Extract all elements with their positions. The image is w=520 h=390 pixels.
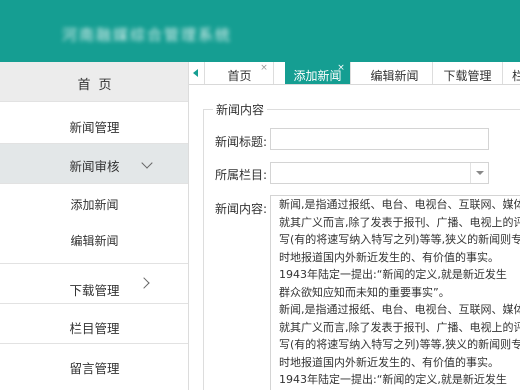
tab-label: 编辑新闻	[370, 69, 419, 83]
tab-scroll-left-icon[interactable]	[189, 62, 205, 84]
column-label: 所属栏目:	[215, 168, 268, 182]
tab-add-news[interactable]: 添加新闻 ×	[285, 62, 351, 84]
editor-line: 新闻,是指通过报纸、电台、电视台、互联网、媒体	[279, 198, 520, 211]
sidebar-item-label: 新闻审核	[69, 159, 120, 174]
body-label: 新闻内容:	[215, 202, 268, 216]
editor-line: 新闻,是指通过报纸、电台、电视台、互联网、媒体	[279, 303, 520, 316]
editor-line: 时地报道国内外新近发生的、有价值的事实。	[279, 355, 499, 369]
app-header: 河南融媒综合管理系统	[0, 0, 520, 62]
editor-line: 1943年陆定一提出:“新闻的定义,就是新近发生	[279, 373, 507, 386]
close-icon[interactable]: ×	[260, 64, 268, 73]
tab-bar: 首页 × 添加新闻 × 编辑新闻 下载管理 栏	[189, 62, 520, 85]
sidebar-item-message-manage[interactable]: 留言管理	[0, 344, 188, 390]
sidebar-subitem-add-news[interactable]: 添加新闻	[0, 196, 188, 213]
tab-home[interactable]: 首页 ×	[206, 62, 274, 84]
close-icon[interactable]: ×	[337, 64, 345, 73]
tab-overflow[interactable]: 栏	[503, 62, 520, 84]
news-title-input[interactable]	[270, 128, 489, 150]
sidebar-subitem-edit-news[interactable]: 编辑新闻	[0, 232, 188, 249]
app-title: 河南融媒综合管理系统	[62, 26, 233, 44]
editor-line: 就其广义而言,除了发表于报刊、广播、电视上的评论与	[279, 320, 520, 334]
news-content-editor[interactable]: 新闻,是指通过报纸、电台、电视台、互联网、媒体 就其广义而言,除了发表于报刊、广…	[270, 195, 520, 390]
column-select[interactable]	[270, 162, 489, 184]
editor-line: 1943年陆定一提出:“新闻的定义,就是新近发生	[279, 268, 507, 281]
sidebar-item-label: 栏目管理	[69, 321, 120, 336]
editor-line: 群众欲知应知而未知的重要事实”。	[279, 285, 450, 299]
sidebar-item-home[interactable]: 首页	[0, 62, 188, 102]
tab-label: 下载管理	[443, 69, 492, 83]
editor-line: 写(有的将速写纳入特写之列)等等,狭义的新闻则专指	[279, 338, 520, 351]
title-label: 新闻标题:	[215, 135, 268, 149]
sidebar-item-label: 新闻管理	[69, 120, 120, 135]
chevron-down-icon[interactable]	[470, 163, 488, 183]
sidebar-item-news-manage[interactable]: 新闻管理	[0, 102, 188, 144]
sidebar-item-news-review[interactable]: 新闻审核	[0, 144, 188, 184]
tab-download-manage[interactable]: 下载管理	[433, 62, 503, 84]
sidebar-item-column-manage[interactable]: 栏目管理	[0, 304, 188, 344]
form-legend: 新闻内容	[213, 101, 268, 118]
editor-line: 写(有的将速写纳入特写之列)等等,狭义的新闻则专指	[279, 233, 520, 246]
sidebar-item-download-manage[interactable]: 下载管理	[0, 264, 188, 304]
sidebar: 首页 新闻管理 新闻审核 添加新闻 编辑新闻 下载管理 栏目管理 留言管理	[0, 62, 189, 390]
sidebar-item-label: 首页	[77, 78, 120, 93]
tab-edit-news[interactable]: 编辑新闻	[357, 62, 433, 84]
sidebar-item-label: 下载管理	[69, 283, 120, 298]
tab-label: 栏	[503, 67, 520, 84]
sidebar-item-label: 留言管理	[69, 361, 120, 376]
editor-line: 时地报道国内外新近发生的、有价值的事实。	[279, 250, 499, 264]
editor-line: 就其广义而言,除了发表于报刊、广播、电视上的评论与	[279, 215, 520, 229]
main-content: 新闻内容 新闻标题: 所属栏目: 新闻内容: 新闻,是指通过报纸、电台、电视台、…	[189, 85, 520, 390]
